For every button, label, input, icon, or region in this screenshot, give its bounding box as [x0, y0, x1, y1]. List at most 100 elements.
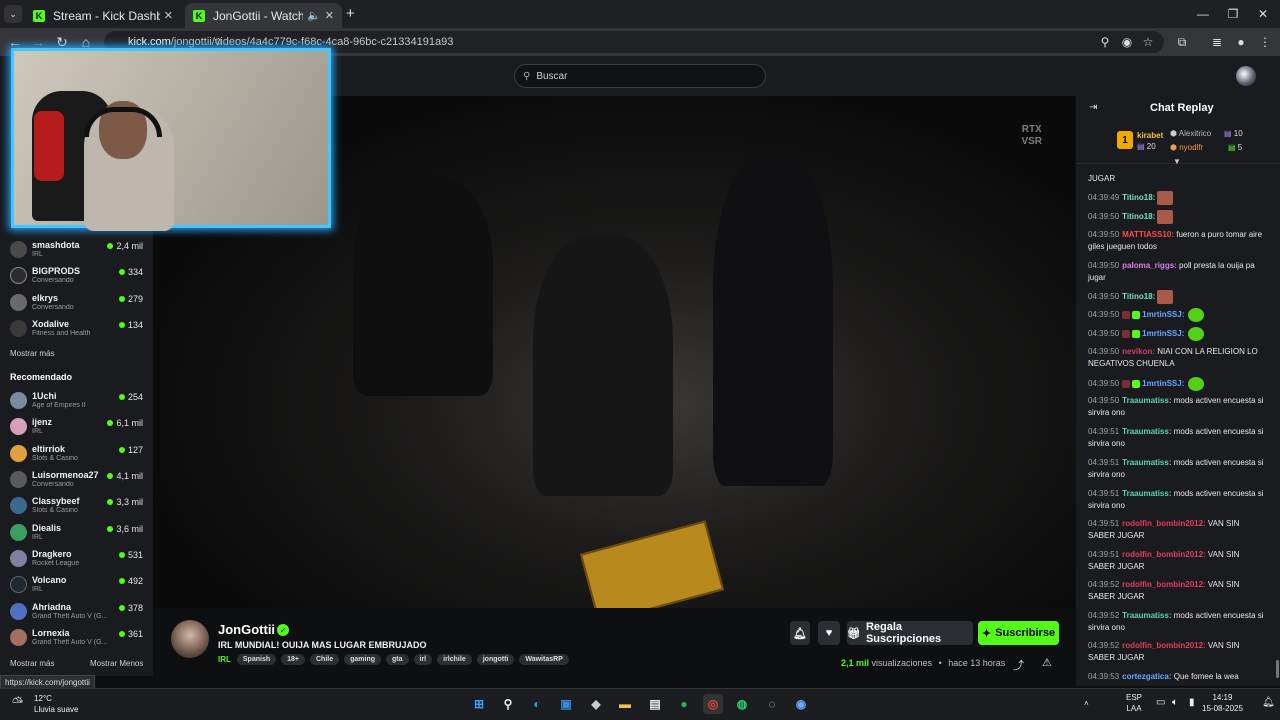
whatsapp-icon[interactable]: ◍	[732, 694, 752, 714]
show-more-recommended[interactable]: Mostrar más	[10, 659, 54, 668]
sidebar-channel-1uchi[interactable]: 1Uchi Age of Empires II 254	[0, 389, 153, 415]
tag[interactable]: gta	[386, 653, 409, 665]
eye-icon[interactable]: ◉	[1116, 28, 1138, 56]
chat-username[interactable]: MATTIASS10:	[1122, 230, 1174, 239]
volume-icon[interactable]: 🔈︎	[1172, 697, 1178, 708]
battery-icon[interactable]: ▮	[1189, 697, 1195, 708]
chat-username[interactable]: 1mrtinSSJ:	[1142, 379, 1184, 388]
steam-icon[interactable]: ◉	[791, 694, 811, 714]
chat-username[interactable]: 1mrtinSSJ:	[1142, 329, 1184, 338]
chat-username[interactable]: 1mrtinSSJ:	[1142, 310, 1184, 319]
channel-avatar[interactable]	[171, 620, 209, 658]
network-icon[interactable]: ▭	[1156, 697, 1165, 708]
profile-icon[interactable]: ●	[1230, 28, 1252, 56]
sidebar-channel-xodalive[interactable]: Xodalive Fitness and Health 134	[0, 317, 153, 343]
search-input[interactable]: ⚲ Buscar	[514, 64, 766, 88]
sidebar-channel-classybeef[interactable]: Classybeef Slots & Casino 3,3 mil	[0, 494, 153, 520]
chat-username[interactable]: cortezgatica:	[1122, 672, 1171, 681]
zoom-icon[interactable]: ⚲	[1094, 28, 1116, 56]
sidebar-channel-bigprods[interactable]: BIGPRODS Conversando 334	[0, 264, 153, 290]
sidebar-channel-ahriadna[interactable]: Ahriadna Grand Theft Auto V (G... 378	[0, 600, 153, 626]
close-tab-icon[interactable]: ✕	[325, 9, 334, 22]
chat-username[interactable]: nevikon:	[1122, 347, 1155, 356]
chat-username[interactable]: rodolfin_bombin2012:	[1122, 519, 1206, 528]
category-link[interactable]: IRL	[218, 655, 231, 664]
leader-2-name[interactable]: ⬢ Alexitrico	[1170, 129, 1211, 138]
spotify-icon[interactable]: ●	[674, 694, 694, 714]
sidebar-channel-smashdota[interactable]: smashdota IRL 2,4 mil	[0, 238, 153, 264]
search-taskbar-icon[interactable]: ⚲	[498, 694, 518, 714]
audio-icon[interactable]: 🔈	[307, 9, 321, 22]
chat-username[interactable]: Titino18:	[1122, 212, 1155, 221]
chat-username[interactable]: rodolfin_bombin2012:	[1122, 580, 1206, 589]
sidebar-channel-ijenz[interactable]: ijenz IRL 6,1 mil	[0, 415, 153, 441]
tag[interactable]: Spanish	[236, 653, 277, 665]
tab-jongottii-vod[interactable]: K JonGottii - Watch the VOD 🔈 ✕	[185, 3, 342, 28]
chat-username[interactable]: rodolfin_bombin2012:	[1122, 550, 1206, 559]
leader-3-name[interactable]: ⬢ nyodlfr	[1170, 143, 1203, 152]
chrome-icon[interactable]: ◎	[703, 694, 723, 714]
chat-username[interactable]: Traaumatiss:	[1122, 611, 1171, 620]
app-icon[interactable]: ◆	[586, 694, 606, 714]
tab-search-icon[interactable]: ⌄	[4, 5, 22, 23]
gift-subs-button[interactable]: 🎁︎ Regala Suscripciones	[847, 621, 973, 645]
report-icon[interactable]: ⚠	[1042, 656, 1052, 669]
bookmark-star-icon[interactable]: ☆	[1137, 28, 1159, 56]
chat-username[interactable]: Traaumatiss:	[1122, 427, 1171, 436]
file-explorer-icon[interactable]: ▬	[615, 694, 635, 714]
clock[interactable]: 14:19 15-08-2025	[1202, 692, 1243, 714]
user-avatar[interactable]	[1236, 66, 1256, 86]
tag[interactable]: Chile	[310, 653, 340, 665]
store-icon[interactable]: ▣	[556, 694, 576, 714]
tag[interactable]: 18+	[281, 653, 305, 665]
sidebar-channel-eltirriok[interactable]: eltirriok Slots & Casino 127	[0, 442, 153, 468]
sidebar-channel-luisormenoa27[interactable]: Luisormenoa27 Conversando 4,1 mil	[0, 468, 153, 494]
tab-kick-dashboard[interactable]: K Stream - Kick Dashboard ✕	[25, 3, 181, 28]
minimize-icon[interactable]: —	[1186, 0, 1220, 28]
tag[interactable]: irlchile	[437, 653, 472, 665]
restore-icon[interactable]: ❐	[1216, 0, 1250, 28]
sidebar-channel-lornexia[interactable]: Lornexia Grand Theft Auto V (G... 361	[0, 626, 153, 652]
sidebar-channel-elkrys[interactable]: elkrys Conversando 279	[0, 291, 153, 317]
share-icon[interactable]: ⤴	[1013, 657, 1024, 673]
chat-username[interactable]: Traaumatiss:	[1122, 458, 1171, 467]
notepad-icon[interactable]: ▤	[645, 694, 665, 714]
new-tab-button[interactable]: +	[346, 5, 355, 22]
sidebar-channel-volcano[interactable]: Volcano IRL 492	[0, 573, 153, 599]
show-more-following[interactable]: Mostrar más	[10, 349, 54, 358]
notifications-icon[interactable]: 🔔︎	[1262, 697, 1275, 708]
chat-username[interactable]: paloma_riggs:	[1122, 261, 1177, 270]
language-indicator[interactable]: ESP LAA	[1126, 692, 1142, 714]
channel-name[interactable]: JonGottii	[218, 622, 275, 637]
notification-bell-button[interactable]: 🔔︎	[790, 621, 810, 645]
tag[interactable]: WawitasRP	[519, 653, 569, 665]
collapse-chat-icon[interactable]: ⇥	[1089, 102, 1097, 113]
chat-username[interactable]: Traaumatiss:	[1122, 396, 1171, 405]
leader-1-name[interactable]: kirabet	[1137, 131, 1163, 140]
chat-username[interactable]: rodolfin_bombin2012:	[1122, 641, 1206, 650]
sidebar-channel-dragkero[interactable]: Dragkero Rocket League 531	[0, 547, 153, 573]
extensions-icon[interactable]: ⧉	[1171, 28, 1193, 56]
show-less-recommended[interactable]: Mostrar Menos	[90, 659, 143, 668]
expand-leaderboard-icon[interactable]: ▼	[1173, 157, 1181, 166]
close-window-icon[interactable]: ✕	[1246, 0, 1280, 28]
site-info-icon[interactable]: ⚙	[214, 37, 223, 48]
weather-widget[interactable]: 12°C Lluvia suave	[34, 693, 78, 715]
chat-username[interactable]: Titino18:	[1122, 193, 1155, 202]
chat-scrollbar[interactable]	[1276, 660, 1279, 678]
close-tab-icon[interactable]: ✕	[164, 9, 173, 22]
tag[interactable]: irl	[413, 653, 433, 665]
tag[interactable]: jongotti	[476, 653, 515, 665]
windows-start-icon[interactable]: ⊞	[469, 694, 489, 714]
subscribe-button[interactable]: ✦ Suscribirse	[978, 621, 1059, 645]
chat-username[interactable]: Titino18:	[1122, 292, 1155, 301]
edge-icon[interactable]: ◐	[527, 694, 547, 714]
menu-icon[interactable]: ⋮	[1254, 28, 1276, 56]
follow-button[interactable]: ♥	[818, 621, 840, 645]
media-icon[interactable]: ≣	[1206, 28, 1228, 56]
obs-icon[interactable]: ◌	[762, 694, 782, 714]
tray-overflow-icon[interactable]: ˄	[1084, 698, 1089, 709]
tag[interactable]: gaming	[344, 653, 382, 665]
chat-username[interactable]: Traaumatiss:	[1122, 489, 1171, 498]
sidebar-channel-diealis[interactable]: Diealis IRL 3,6 mil	[0, 521, 153, 547]
